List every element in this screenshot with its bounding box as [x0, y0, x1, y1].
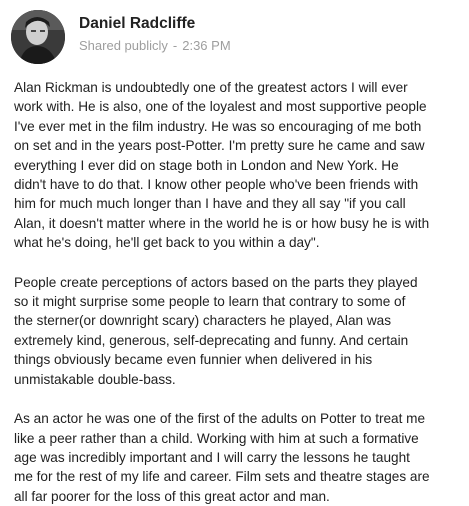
avatar[interactable] — [11, 10, 65, 64]
meta-separator: - — [172, 38, 178, 53]
post-timestamp[interactable]: 2:36 PM — [182, 38, 230, 53]
post-paragraph: Alan Rickman is undoubtedly one of the g… — [14, 80, 430, 251]
post-body: Alan Rickman is undoubtedly one of the g… — [14, 78, 462, 506]
post-paragraph: People create perceptions of actors base… — [14, 274, 418, 387]
header-text: Daniel Radcliffe Shared publicly -2:36 PM — [79, 14, 231, 55]
profile-photo-icon — [11, 10, 65, 64]
post-header: Daniel Radcliffe Shared publicly -2:36 PM — [11, 10, 231, 66]
post-meta: Shared publicly -2:36 PM — [79, 37, 231, 55]
author-name[interactable]: Daniel Radcliffe — [79, 14, 231, 34]
visibility-label: Shared publicly — [79, 38, 168, 53]
post-card: Daniel Radcliffe Shared publicly -2:36 PM… — [0, 0, 469, 504]
post-paragraph: As an actor he was one of the first of t… — [14, 411, 430, 504]
